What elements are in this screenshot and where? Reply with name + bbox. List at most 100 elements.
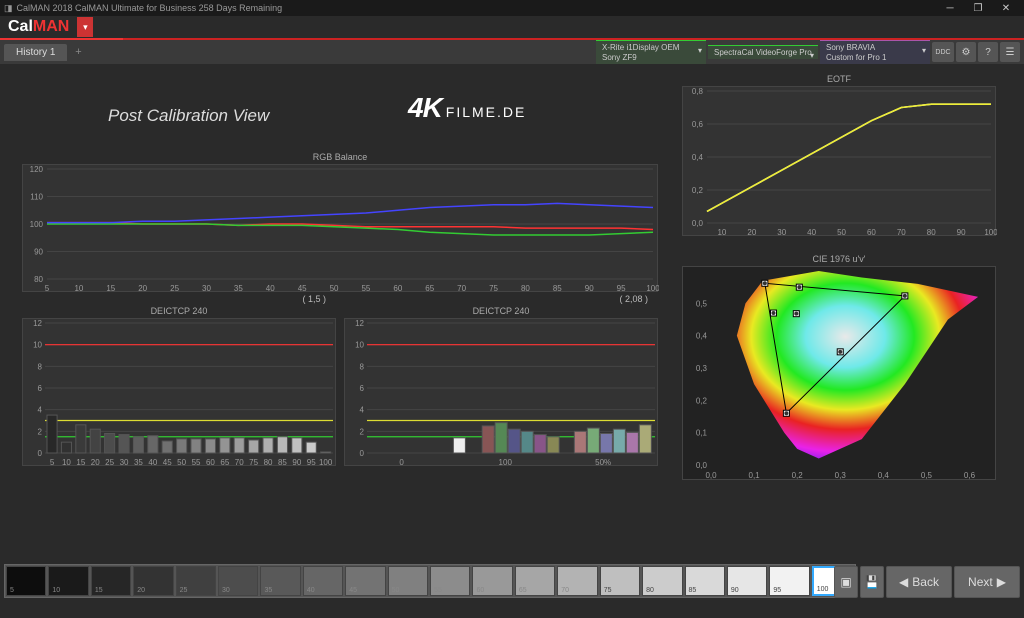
grayscale-swatch-45[interactable]: 45 — [345, 566, 385, 596]
grayscale-swatch-35[interactable]: 35 — [260, 566, 300, 596]
svg-text:90: 90 — [957, 228, 966, 237]
svg-text:0,2: 0,2 — [692, 186, 704, 195]
svg-text:0,5: 0,5 — [921, 471, 933, 480]
svg-text:55: 55 — [361, 284, 370, 293]
svg-text:100: 100 — [499, 458, 513, 467]
grayscale-swatch-95[interactable]: 95 — [769, 566, 809, 596]
svg-text:75: 75 — [489, 284, 498, 293]
menu-bar: CalMAN ▾ — [0, 16, 1024, 38]
display-device-selector[interactable]: Sony BRAVIA Custom for Pro 1 — [820, 40, 930, 64]
svg-text:35: 35 — [134, 458, 143, 467]
svg-text:50: 50 — [177, 458, 186, 467]
svg-text:50: 50 — [330, 284, 339, 293]
svg-text:6: 6 — [38, 384, 43, 393]
svg-text:8: 8 — [360, 362, 365, 371]
svg-text:85: 85 — [553, 284, 562, 293]
source-device-selector[interactable]: SpectraCal VideoForge Pro — [708, 45, 818, 60]
grayscale-swatch-85[interactable]: 85 — [685, 566, 725, 596]
grayscale-swatch-60[interactable]: 60 — [472, 566, 512, 596]
svg-text:95: 95 — [617, 284, 626, 293]
svg-text:30: 30 — [202, 284, 211, 293]
grayscale-swatch-65[interactable]: 65 — [515, 566, 555, 596]
svg-text:90: 90 — [292, 458, 301, 467]
svg-text:0,6: 0,6 — [692, 120, 704, 129]
svg-text:0: 0 — [38, 449, 43, 458]
svg-text:5: 5 — [50, 458, 55, 467]
next-button[interactable]: Next▶ — [954, 566, 1020, 598]
grayscale-swatch-15[interactable]: 15 — [91, 566, 131, 596]
ddc-button[interactable]: DDC — [932, 42, 954, 62]
svg-text:70: 70 — [235, 458, 244, 467]
svg-text:100: 100 — [30, 220, 44, 229]
svg-text:80: 80 — [927, 228, 936, 237]
toolbar: History 1 + X-Rite i1Display OEM Sony ZF… — [0, 40, 1024, 64]
svg-text:0,1: 0,1 — [749, 471, 761, 480]
grayscale-swatch-75[interactable]: 75 — [600, 566, 640, 596]
settings-button[interactable]: ⚙ — [956, 42, 976, 62]
svg-text:12: 12 — [355, 319, 364, 328]
back-button[interactable]: ◀Back — [886, 566, 952, 598]
grayscale-swatch-10[interactable]: 10 — [48, 566, 88, 596]
svg-text:25: 25 — [105, 458, 114, 467]
svg-text:0,5: 0,5 — [696, 299, 708, 308]
svg-text:90: 90 — [34, 248, 43, 257]
svg-text:0,3: 0,3 — [696, 364, 708, 373]
meter-device-selector[interactable]: X-Rite i1Display OEM Sony ZF9 — [596, 40, 706, 64]
help-button[interactable]: ? — [978, 42, 998, 62]
svg-text:0,4: 0,4 — [878, 471, 890, 480]
svg-text:85: 85 — [278, 458, 287, 467]
close-button[interactable]: ✕ — [992, 1, 1020, 15]
grayscale-swatch-90[interactable]: 90 — [727, 566, 767, 596]
svg-text:35: 35 — [234, 284, 243, 293]
svg-text:2: 2 — [360, 427, 365, 436]
svg-text:70: 70 — [897, 228, 906, 237]
grayscale-swatch-40[interactable]: 40 — [303, 566, 343, 596]
svg-text:100: 100 — [646, 284, 659, 293]
marker-button[interactable]: ▣ — [834, 566, 858, 598]
svg-text:12: 12 — [33, 319, 42, 328]
page-title: Post Calibration View — [108, 106, 269, 126]
grayscale-swatch-70[interactable]: 70 — [557, 566, 597, 596]
svg-text:80: 80 — [264, 458, 273, 467]
svg-text:2: 2 — [38, 427, 43, 436]
grayscale-swatch-80[interactable]: 80 — [642, 566, 682, 596]
save-button[interactable]: 💾 — [860, 566, 884, 598]
grayscale-swatch-55[interactable]: 55 — [430, 566, 470, 596]
grayscale-swatch-50[interactable]: 50 — [388, 566, 428, 596]
svg-text:15: 15 — [106, 284, 115, 293]
svg-text:10: 10 — [717, 228, 726, 237]
history-tab[interactable]: History 1 — [4, 44, 67, 61]
svg-text:70: 70 — [457, 284, 466, 293]
deitcp-color-chart: DEICTCP 240 ( 2,08 ) 024681012010050% — [344, 306, 658, 466]
svg-text:80: 80 — [521, 284, 530, 293]
svg-text:6: 6 — [360, 384, 365, 393]
deitcp-gray-chart: DEICTCP 240 ( 1,5 ) 02468101251015202530… — [22, 306, 336, 466]
svg-text:4: 4 — [360, 406, 365, 415]
watermark-logo: 4K FILME.DE — [408, 92, 526, 124]
grayscale-swatch-25[interactable]: 25 — [176, 566, 216, 596]
svg-text:0,3: 0,3 — [835, 471, 847, 480]
cie-chart: CIE 1976 u'v' 0,00,10,20,30,40,50,60,00,… — [682, 254, 996, 480]
svg-text:120: 120 — [30, 165, 44, 174]
grayscale-swatch-30[interactable]: 30 — [218, 566, 258, 596]
svg-text:10: 10 — [33, 341, 42, 350]
maximize-button[interactable]: ❐ — [964, 1, 992, 15]
main-menu-dropdown[interactable]: ▾ — [77, 17, 93, 37]
svg-text:55: 55 — [192, 458, 201, 467]
menu-button[interactable]: ☰ — [1000, 42, 1020, 62]
minimize-button[interactable]: ─ — [936, 1, 964, 15]
titlebar-text: CalMAN 2018 CalMAN Ultimate for Business… — [17, 3, 283, 13]
title-bar: ◨ CalMAN 2018 CalMAN Ultimate for Busine… — [0, 0, 1024, 16]
svg-text:90: 90 — [585, 284, 594, 293]
svg-text:60: 60 — [206, 458, 215, 467]
rgb-balance-chart: RGB Balance 8090100110120510152025303540… — [22, 152, 658, 292]
svg-text:95: 95 — [307, 458, 316, 467]
grayscale-strip: 5101520253035404550556065707580859095100 — [4, 564, 856, 598]
add-tab-button[interactable]: + — [69, 46, 87, 58]
svg-text:0,1: 0,1 — [696, 429, 708, 438]
svg-text:65: 65 — [425, 284, 434, 293]
grayscale-swatch-20[interactable]: 20 — [133, 566, 173, 596]
grayscale-swatch-5[interactable]: 5 — [6, 566, 46, 596]
svg-text:45: 45 — [163, 458, 172, 467]
main-content: Post Calibration View 4K FILME.DE RGB Ba… — [0, 64, 1024, 562]
